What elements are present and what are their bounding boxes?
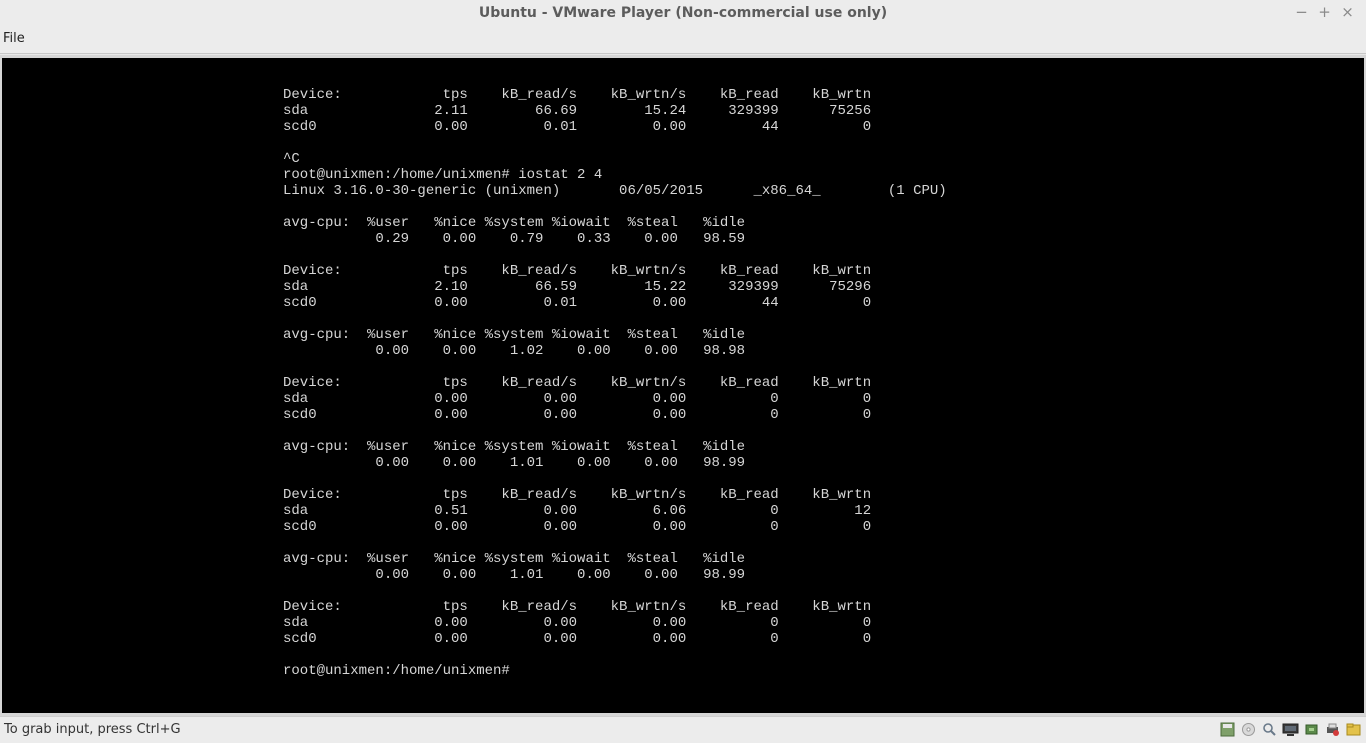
terminal-line: scd0 0.00 0.00 0.00 0 0 (283, 631, 872, 647)
folder-icon[interactable] (1345, 721, 1362, 738)
terminal-line: sda 0.00 0.00 0.00 0 0 (283, 615, 872, 631)
terminal-line: avg-cpu: %user %nice %system %iowait %st… (283, 327, 746, 343)
title-bar: Ubuntu - VMware Player (Non-commercial u… (0, 0, 1366, 26)
status-message: To grab input, press Ctrl+G (4, 722, 181, 737)
terminal-line: avg-cpu: %user %nice %system %iowait %st… (283, 551, 746, 567)
terminal-line: avg-cpu: %user %nice %system %iowait %st… (283, 439, 746, 455)
terminal-line: scd0 0.00 0.00 0.00 0 0 (283, 519, 872, 535)
terminal-line: sda 0.00 0.00 0.00 0 0 (283, 391, 872, 407)
maximize-button[interactable]: + (1316, 4, 1333, 21)
status-bar: To grab input, press Ctrl+G (0, 716, 1366, 743)
terminal-line: Device: tps kB_read/s kB_wrtn/s kB_read … (283, 487, 872, 503)
menu-file[interactable]: File (3, 31, 25, 46)
terminal-line: avg-cpu: %user %nice %system %iowait %st… (283, 215, 746, 231)
close-button[interactable]: × (1339, 4, 1356, 21)
device-tray (1219, 721, 1362, 738)
usb-icon[interactable] (1303, 721, 1320, 738)
terminal-line: Device: tps kB_read/s kB_wrtn/s kB_read … (283, 599, 872, 615)
terminal-line: ^C (283, 151, 300, 167)
vm-display-frame: Device: tps kB_read/s kB_wrtn/s kB_read … (0, 55, 1366, 716)
terminal-line: 0.00 0.00 1.01 0.00 0.00 98.99 (283, 567, 746, 583)
network-icon[interactable] (1282, 721, 1299, 738)
terminal-line: root@unixmen:/home/unixmen# iostat 2 4 (283, 167, 603, 183)
terminal-line: sda 0.51 0.00 6.06 0 12 (283, 503, 872, 519)
terminal-line: sda 2.11 66.69 15.24 329399 75256 (283, 103, 872, 119)
terminal-line: Device: tps kB_read/s kB_wrtn/s kB_read … (283, 263, 872, 279)
terminal-line: 0.00 0.00 1.02 0.00 0.00 98.98 (283, 343, 746, 359)
terminal-line: Linux 3.16.0-30-generic (unixmen) 06/05/… (283, 183, 947, 199)
terminal-line: root@unixmen:/home/unixmen# (283, 663, 510, 679)
window-title: Ubuntu - VMware Player (Non-commercial u… (478, 5, 888, 21)
terminal-line: sda 2.10 66.59 15.22 329399 75296 (283, 279, 872, 295)
floppy-icon[interactable] (1219, 721, 1236, 738)
printer-icon[interactable] (1324, 721, 1341, 738)
menu-bar: File (0, 26, 1366, 54)
terminal-line: scd0 0.00 0.01 0.00 44 0 (283, 119, 872, 135)
minimize-button[interactable]: − (1293, 4, 1310, 21)
terminal-line: scd0 0.00 0.01 0.00 44 0 (283, 295, 872, 311)
terminal-output: Device: tps kB_read/s kB_wrtn/s kB_read … (283, 87, 947, 679)
terminal-line: 0.00 0.00 1.01 0.00 0.00 98.99 (283, 455, 746, 471)
sound-icon[interactable] (1261, 721, 1278, 738)
vm-console[interactable]: Device: tps kB_read/s kB_wrtn/s kB_read … (2, 58, 1364, 713)
terminal-line: Device: tps kB_read/s kB_wrtn/s kB_read … (283, 375, 872, 391)
cdrom-icon[interactable] (1240, 721, 1257, 738)
window-controls: − + × (1293, 4, 1356, 21)
terminal-line: scd0 0.00 0.00 0.00 0 0 (283, 407, 872, 423)
terminal-line: Device: tps kB_read/s kB_wrtn/s kB_read … (283, 87, 872, 103)
terminal-line: 0.29 0.00 0.79 0.33 0.00 98.59 (283, 231, 746, 247)
